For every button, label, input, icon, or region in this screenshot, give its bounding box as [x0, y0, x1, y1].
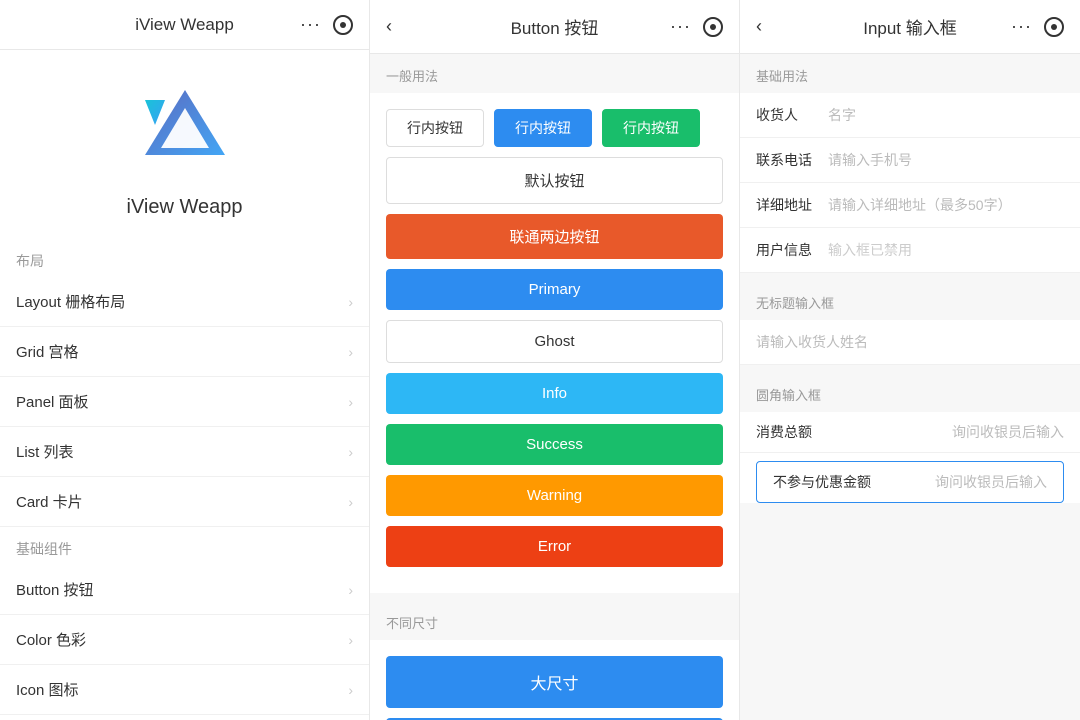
- chevron-right-icon: ›: [348, 444, 353, 460]
- btn-success[interactable]: Success: [386, 424, 723, 465]
- sidebar-panel: iView Weapp ··· iVie: [0, 0, 370, 720]
- sidebar-title: iView Weapp: [135, 15, 234, 35]
- sidebar-item-button[interactable]: Button 按钮 ›: [0, 565, 369, 615]
- rounded-row-total: 消费总额 询问收银员后输入: [740, 412, 1080, 453]
- rounded-value-discount[interactable]: 询问收银员后输入: [883, 472, 1047, 492]
- input-panel: ‹ Input 输入框 ··· 基础用法 收货人 名字 联系电话 请输入手机号 …: [740, 0, 1080, 720]
- sidebar-item-label: List 列表: [16, 441, 74, 462]
- chevron-right-icon: ›: [348, 394, 353, 410]
- input-row-address: 详细地址 请输入详细地址（最多50字）: [740, 183, 1080, 228]
- section-label-basic: 基础组件: [0, 527, 369, 565]
- input-label-user: 用户信息: [756, 240, 816, 260]
- sidebar-item-label: Layout 栅格布局: [16, 291, 125, 312]
- button-panel-title: Button 按钮: [511, 14, 599, 39]
- input-placeholder-phone[interactable]: 请输入手机号: [828, 150, 912, 170]
- input-panel-content: 基础用法 收货人 名字 联系电话 请输入手机号 详细地址 请输入详细地址（最多5…: [740, 54, 1080, 720]
- back-icon: ‹: [386, 16, 392, 36]
- input-panel-icons: ···: [1011, 16, 1064, 37]
- btn-ghost[interactable]: Ghost: [386, 320, 723, 363]
- back-button[interactable]: ‹: [756, 16, 762, 37]
- sidebar-header-icons: ···: [300, 14, 353, 35]
- more-icon[interactable]: ···: [670, 16, 691, 37]
- input-label-phone: 联系电话: [756, 150, 816, 170]
- inline-btn-success[interactable]: 行内按钮: [602, 109, 700, 147]
- chevron-right-icon: ›: [348, 494, 353, 510]
- target-icon[interactable]: [333, 15, 353, 35]
- back-icon: ‹: [756, 16, 762, 36]
- input-row-user: 用户信息 输入框已禁用: [740, 228, 1080, 273]
- btn-error[interactable]: Error: [386, 526, 723, 567]
- general-usage-card: 行内按钮 行内按钮 行内按钮 默认按钮 联通两边按钮 Primary Ghost…: [370, 93, 739, 593]
- rounded-label-total: 消费总额: [756, 422, 816, 442]
- rounded-value-total[interactable]: 询问收银员后输入: [828, 422, 1064, 442]
- rounded-row-discount: 不参与优惠金额 询问收银员后输入: [757, 462, 1063, 502]
- no-label-section: 请输入收货人姓名: [740, 320, 1080, 365]
- logo-image: [135, 80, 235, 180]
- rounded-label-discount: 不参与优惠金额: [773, 472, 871, 492]
- input-placeholder-user: 输入框已禁用: [828, 240, 912, 260]
- button-panel: ‹ Button 按钮 ··· 一般用法 行内按钮 行内按钮 行内按钮 默认按钮…: [370, 0, 740, 720]
- sidebar-item-panel[interactable]: Panel 面板 ›: [0, 377, 369, 427]
- sidebar-item-label: Icon 图标: [16, 679, 79, 700]
- input-row-phone: 联系电话 请输入手机号: [740, 138, 1080, 183]
- more-icon[interactable]: ···: [1011, 16, 1032, 37]
- inline-btn-primary[interactable]: 行内按钮: [494, 109, 592, 147]
- sidebar-item-label: Grid 宫格: [16, 341, 79, 362]
- button-panel-header: ‹ Button 按钮 ···: [370, 0, 739, 54]
- chevron-right-icon: ›: [348, 294, 353, 310]
- back-button[interactable]: ‹: [386, 16, 392, 37]
- no-label-title: 无标题输入框: [740, 281, 1080, 320]
- sidebar-item-label: Button 按钮: [16, 579, 94, 600]
- sidebar-item-list[interactable]: List 列表 ›: [0, 427, 369, 477]
- inline-buttons-row: 行内按钮 行内按钮 行内按钮: [386, 109, 723, 147]
- section-title-general: 一般用法: [370, 54, 739, 93]
- sidebar-item-label: Panel 面板: [16, 391, 89, 412]
- section-label-nav: 导航: [0, 715, 369, 720]
- btn-warning[interactable]: Warning: [386, 475, 723, 516]
- inline-btn-default[interactable]: 行内按钮: [386, 109, 484, 147]
- btn-info[interactable]: Info: [386, 373, 723, 414]
- sidebar-item-icon[interactable]: Icon 图标 ›: [0, 665, 369, 715]
- rounded-title: 圆角输入框: [740, 373, 1080, 412]
- input-panel-title: Input 输入框: [863, 14, 957, 39]
- rounded-section: 消费总额 询问收银员后输入 不参与优惠金额 询问收银员后输入: [740, 412, 1080, 503]
- sidebar-list: 布局 Layout 栅格布局 › Grid 宫格 › Panel 面板 › Li…: [0, 239, 369, 720]
- input-label-address: 详细地址: [756, 195, 816, 215]
- section-label-layout: 布局: [0, 239, 369, 277]
- sidebar-item-grid[interactable]: Grid 宫格 ›: [0, 327, 369, 377]
- input-placeholder-receiver[interactable]: 名字: [828, 105, 856, 125]
- btn-large[interactable]: 大尺寸: [386, 656, 723, 708]
- sidebar-header: iView Weapp ···: [0, 0, 369, 50]
- chevron-right-icon: ›: [348, 682, 353, 698]
- basic-usage-title: 基础用法: [740, 54, 1080, 93]
- rounded-highlighted-container: 不参与优惠金额 询问收银员后输入: [756, 461, 1064, 503]
- sidebar-item-color[interactable]: Color 色彩 ›: [0, 615, 369, 665]
- sidebar-item-label: Color 色彩: [16, 629, 86, 650]
- input-placeholder-address[interactable]: 请输入详细地址（最多50字）: [828, 195, 1012, 215]
- logo-title: iView Weapp: [127, 196, 243, 219]
- input-panel-header: ‹ Input 输入框 ···: [740, 0, 1080, 54]
- sidebar-item-layout-grid[interactable]: Layout 栅格布局 ›: [0, 277, 369, 327]
- section-title-sizes: 不同尺寸: [370, 601, 739, 640]
- input-label-receiver: 收货人: [756, 105, 816, 125]
- chevron-right-icon: ›: [348, 582, 353, 598]
- no-label-input[interactable]: 请输入收货人姓名: [740, 320, 1080, 365]
- button-panel-content: 一般用法 行内按钮 行内按钮 行内按钮 默认按钮 联通两边按钮 Primary …: [370, 54, 739, 720]
- basic-usage-section: 收货人 名字 联系电话 请输入手机号 详细地址 请输入详细地址（最多50字） 用…: [740, 93, 1080, 273]
- sizes-card: 大尺寸 默认尺寸 小尺寸: [370, 640, 739, 720]
- more-icon[interactable]: ···: [300, 14, 321, 35]
- chevron-right-icon: ›: [348, 344, 353, 360]
- chevron-right-icon: ›: [348, 632, 353, 648]
- target-icon[interactable]: [1044, 17, 1064, 37]
- btn-default[interactable]: 默认按钮: [386, 157, 723, 204]
- btn-primary[interactable]: Primary: [386, 269, 723, 310]
- logo-area: iView Weapp: [0, 50, 369, 239]
- target-icon[interactable]: [703, 17, 723, 37]
- button-panel-icons: ···: [670, 16, 723, 37]
- btn-orange[interactable]: 联通两边按钮: [386, 214, 723, 259]
- sidebar-item-card[interactable]: Card 卡片 ›: [0, 477, 369, 527]
- input-row-receiver: 收货人 名字: [740, 93, 1080, 138]
- sidebar-item-label: Card 卡片: [16, 491, 83, 512]
